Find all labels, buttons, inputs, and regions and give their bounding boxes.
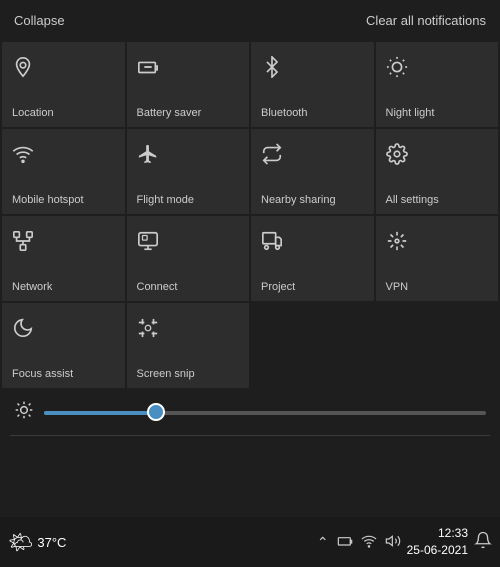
brightness-slider-track[interactable] (44, 411, 486, 415)
systray-volume-icon (385, 533, 401, 552)
tile-night-light[interactable]: Night light (376, 42, 499, 127)
systray: ⌃ (317, 533, 401, 552)
battery-saver-icon (137, 56, 159, 84)
taskbar-notification-button[interactable] (474, 531, 492, 554)
bluetooth-icon (261, 56, 283, 84)
brightness-thumb (147, 403, 165, 421)
weather-icon: 🌤 (8, 530, 33, 555)
tile-battery-saver-label: Battery saver (137, 107, 202, 119)
tile-screen-snip-label: Screen snip (137, 368, 195, 380)
taskbar-time: 12:33 (438, 525, 468, 542)
tile-all-settings-label: All settings (386, 194, 439, 206)
tile-vpn-label: VPN (386, 281, 409, 293)
taskbar-date: 25-06-2021 (407, 542, 468, 559)
tile-project-label: Project (261, 281, 295, 293)
tile-focus-assist-label: Focus assist (12, 368, 73, 380)
tile-all-settings[interactable]: All settings (376, 129, 499, 214)
brightness-slider-fill (44, 411, 155, 415)
nearby-sharing-icon (261, 143, 283, 171)
night-light-icon (386, 56, 408, 84)
tile-nearby-sharing-label: Nearby sharing (261, 194, 336, 206)
connect-icon (137, 230, 159, 258)
section-divider (10, 435, 490, 436)
taskbar-weather: 🌤 37°C (8, 530, 66, 555)
tile-network-label: Network (12, 281, 52, 293)
tile-night-light-label: Night light (386, 107, 435, 119)
taskbar-clock: 12:33 25-06-2021 (407, 525, 468, 559)
systray-chevron[interactable]: ⌃ (317, 534, 329, 551)
tile-focus-assist[interactable]: Focus assist (2, 303, 125, 388)
location-icon (12, 56, 34, 84)
tile-location[interactable]: Location (2, 42, 125, 127)
screen-snip-icon (137, 317, 159, 345)
brightness-row (0, 390, 500, 435)
systray-battery-icon (337, 533, 353, 552)
tile-project[interactable]: Project (251, 216, 374, 301)
tile-location-label: Location (12, 107, 54, 119)
network-icon (12, 230, 34, 258)
tile-mobile-hotspot-label: Mobile hotspot (12, 194, 84, 206)
tile-battery-saver[interactable]: Battery saver (127, 42, 250, 127)
tile-flight-mode-label: Flight mode (137, 194, 194, 206)
tile-screen-snip[interactable]: Screen snip (127, 303, 250, 388)
mobile-hotspot-icon (12, 143, 34, 171)
vpn-icon (386, 230, 408, 258)
taskbar-temperature: 37°C (37, 535, 66, 550)
top-bar: Collapse Clear all notifications (0, 0, 500, 40)
flight-mode-icon (137, 143, 159, 171)
tile-mobile-hotspot[interactable]: Mobile hotspot (2, 129, 125, 214)
project-icon (261, 230, 283, 258)
collapse-button[interactable]: Collapse (14, 13, 65, 28)
quick-actions-grid: Location Battery saver Bluetooth Night l… (0, 40, 500, 390)
tile-flight-mode[interactable]: Flight mode (127, 129, 250, 214)
tile-connect-label: Connect (137, 281, 178, 293)
taskbar: 🌤 37°C ⌃ 12:33 25-06-2021 (0, 517, 500, 567)
brightness-icon (14, 400, 34, 425)
tile-connect[interactable]: Connect (127, 216, 250, 301)
all-settings-icon (386, 143, 408, 171)
clear-all-button[interactable]: Clear all notifications (366, 13, 486, 28)
systray-wifi-icon (361, 533, 377, 552)
tile-bluetooth-label: Bluetooth (261, 107, 307, 119)
tile-bluetooth[interactable]: Bluetooth (251, 42, 374, 127)
tile-vpn[interactable]: VPN (376, 216, 499, 301)
focus-assist-icon (12, 317, 34, 345)
tile-network[interactable]: Network (2, 216, 125, 301)
tile-nearby-sharing[interactable]: Nearby sharing (251, 129, 374, 214)
